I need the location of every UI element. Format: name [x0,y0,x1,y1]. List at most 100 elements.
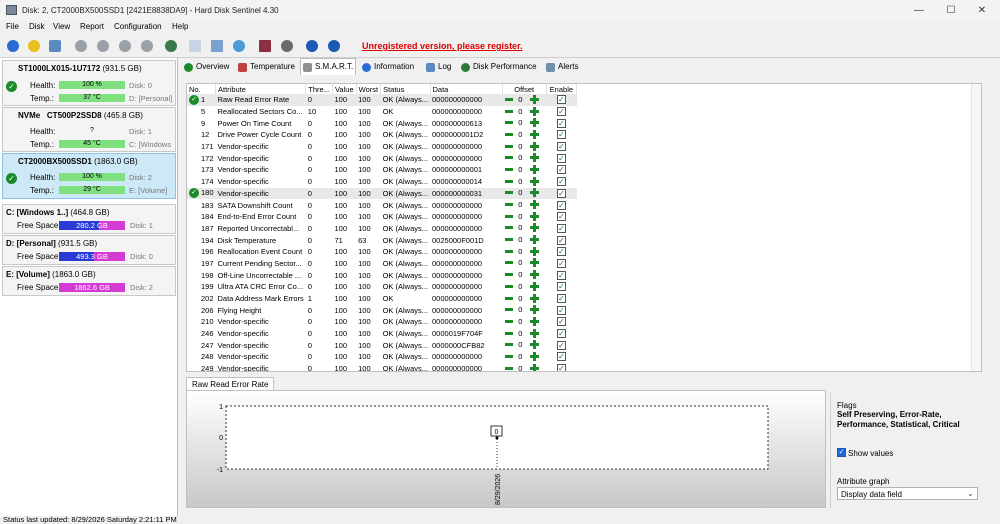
table-row[interactable]: 248 Vendor-specific 0 100 100 OK (Always... 00… [187,351,577,363]
display-icon[interactable] [46,37,64,55]
table-row[interactable]: 202 Data Address Mark Errors 1 100 100 OK 0000… [187,293,577,305]
menu-disk[interactable]: Disk [29,22,45,31]
minus-icon[interactable] [505,308,514,312]
table-row[interactable]: 194 Disk Temperature 0 71 63 OK (Always... 002… [187,234,577,246]
tab-temperature[interactable]: Temperature [236,59,295,75]
col-worst[interactable]: Worst [356,84,382,94]
plus-icon[interactable] [530,270,540,280]
globe-icon[interactable] [162,37,180,55]
volume-entry-c[interactable]: C: [Windows 1..] (464.8 GB) Free Space 2… [2,204,176,234]
minus-icon[interactable] [505,203,514,207]
table-row[interactable]: ✓ 1 Raw Read Error Rate 0 100 100 OK (Always..… [187,94,577,106]
tab-smart[interactable]: S.M.A.R.T. [300,58,356,75]
volume-entry-e[interactable]: E: [Volume] (1863.0 GB) Free Space 1862.… [2,266,176,296]
copy-icon[interactable] [208,37,226,55]
menu-view[interactable]: View [53,22,70,31]
enable-checkbox[interactable]: ✓ [556,305,566,315]
table-row[interactable]: 196 Reallocation Event Count 0 100 100 OK (Al… [187,246,577,258]
minus-icon[interactable] [505,249,514,253]
enable-checkbox[interactable]: ✓ [556,223,566,233]
menu-help[interactable]: Help [172,22,188,31]
table-row[interactable]: 5 Reallocated Sectors Co... 10 100 100 OK 0000… [187,106,577,118]
col-enable[interactable]: Enable [546,84,578,94]
minus-icon[interactable] [505,331,514,335]
table-row[interactable]: 197 Current Pending Sector... 0 100 100 OK (A… [187,258,577,270]
plus-icon[interactable] [530,200,540,210]
plus-icon[interactable] [530,351,540,361]
table-row[interactable]: 246 Vendor-specific 0 100 100 OK (Always... 00… [187,328,577,340]
close-button[interactable]: ✕ [967,3,997,19]
volume-entry-d[interactable]: D: [Personal] (931.5 GB) Free Space 493.… [2,235,176,265]
table-row[interactable]: 247 Vendor-specific 0 100 100 OK (Always... 00… [187,339,577,351]
enable-checkbox[interactable]: ✓ [556,340,566,350]
plus-icon[interactable] [530,118,540,128]
refresh-icon[interactable] [4,37,22,55]
minus-icon[interactable] [505,261,514,265]
menu-file[interactable]: File [6,22,19,31]
gear-icon[interactable] [278,37,296,55]
minus-icon[interactable] [505,226,514,230]
enable-checkbox[interactable]: ✓ [556,282,566,292]
tab-overview[interactable]: Overview [182,59,229,75]
enable-checkbox[interactable]: ✓ [556,212,566,222]
enable-checkbox[interactable]: ✓ [556,364,566,371]
minus-icon[interactable] [505,319,514,323]
table-scrollbar[interactable] [971,84,981,371]
satellite-icon-4[interactable] [138,37,156,55]
enable-checkbox[interactable]: ✓ [556,130,566,140]
maximize-button[interactable]: ☐ [936,3,966,19]
col-offset[interactable]: Offset [502,84,547,94]
tab-disk-performance[interactable]: Disk Performance [459,59,537,75]
table-row[interactable]: 172 Vendor-specific 0 100 100 OK (Always... 00… [187,152,577,164]
satellite-icon-3[interactable] [116,37,134,55]
plus-icon[interactable] [530,164,540,174]
minus-icon[interactable] [505,167,514,171]
enable-checkbox[interactable]: ✓ [556,177,566,187]
enable-checkbox[interactable]: ✓ [556,329,566,339]
plus-icon[interactable] [530,176,540,186]
menu-report[interactable]: Report [80,22,104,31]
plus-icon[interactable] [530,305,540,315]
table-row[interactable]: ✓ 180 Vendor-specific 0 100 100 OK (Always... 0… [187,187,577,200]
enable-checkbox[interactable]: ✓ [556,270,566,280]
col-value[interactable]: Value [332,84,357,94]
table-row[interactable]: 187 Reported Uncorrectabl... 0 100 100 OK (Al… [187,223,577,235]
minus-icon[interactable] [505,109,514,113]
plus-icon[interactable] [530,129,540,139]
col-attribute[interactable]: Attribute [215,84,307,94]
table-row[interactable]: 9 Power On Time Count 0 100 100 OK (Always...… [187,117,577,129]
enable-checkbox[interactable]: ✓ [556,142,566,152]
graph-mode-select[interactable]: Display data field ⌄ [837,487,978,500]
table-row[interactable]: 183 SATA Downshift Count 0 100 100 OK (Always… [187,199,577,211]
plus-icon[interactable] [530,363,540,371]
plus-icon[interactable] [530,258,540,268]
minus-icon[interactable] [505,366,514,370]
plus-icon[interactable] [530,340,540,350]
cloud-icon[interactable] [230,37,248,55]
minus-icon[interactable] [505,132,514,136]
tab-alerts[interactable]: Alerts [544,59,578,75]
minus-icon[interactable] [505,97,514,101]
plus-icon[interactable] [530,106,540,116]
table-row[interactable]: 171 Vendor-specific 0 100 100 OK (Always... 00… [187,141,577,153]
table-row[interactable]: 184 End-to-End Error Count 0 100 100 OK (Alwa… [187,211,577,223]
plus-icon[interactable] [530,281,540,291]
plus-icon[interactable] [530,328,540,338]
tab-information[interactable]: Information [360,59,414,75]
plus-icon[interactable] [530,141,540,151]
enable-checkbox[interactable]: ✓ [556,294,566,304]
tab-log[interactable]: Log [424,59,451,75]
enable-checkbox[interactable]: ✓ [556,235,566,245]
plus-icon[interactable] [530,211,540,221]
enable-checkbox[interactable]: ✓ [556,352,566,362]
col-data[interactable]: Data [430,84,503,94]
table-row[interactable]: 198 Off-Line Uncorrectable ... 0 100 100 OK (… [187,269,577,281]
graph-tab[interactable]: Raw Read Error Rate [186,377,275,391]
minus-icon[interactable] [505,343,514,347]
minus-icon[interactable] [505,121,514,125]
satellite-icon[interactable] [72,37,90,55]
enable-checkbox[interactable]: ✓ [556,200,566,210]
disk-entry-1[interactable]: NVMe CT500P2SSD8 (465.8 GB) Health: ? Di… [2,107,176,152]
minus-icon[interactable] [505,354,514,358]
satellite-icon-2[interactable] [94,37,112,55]
